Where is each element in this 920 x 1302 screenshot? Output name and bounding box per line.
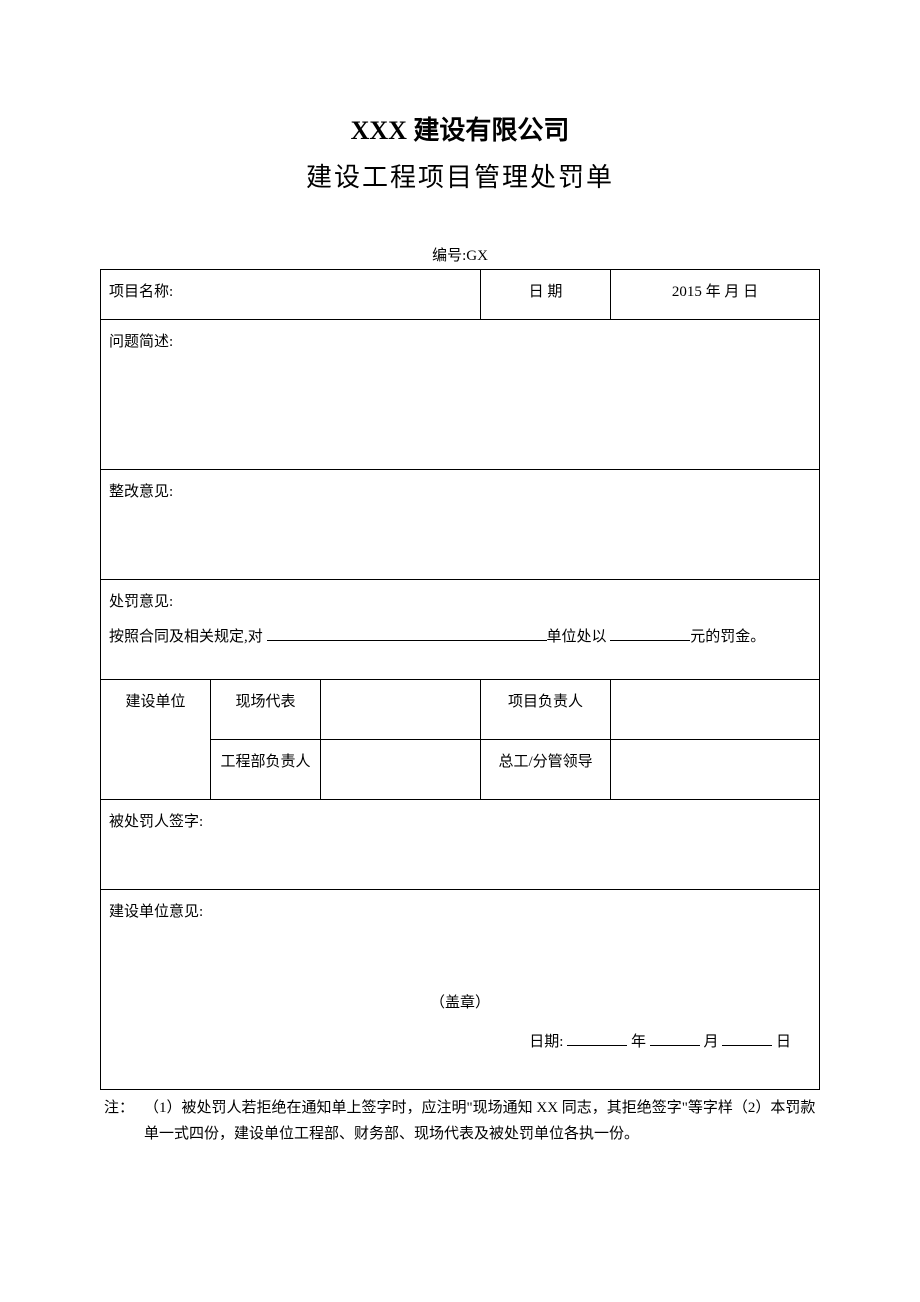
penalty-text-part1: 按照合同及相关规定,对 [109, 629, 267, 645]
penalized-sign-label: 被处罚人签字: [109, 814, 203, 830]
penalized-sign-cell: 被处罚人签字: [101, 800, 820, 890]
site-rep-label-cell: 现场代表 [211, 680, 321, 740]
dev-opinion-cell: 建设单位意见: （盖章） 日期: 年 月 日 [101, 890, 820, 1090]
project-name-label: 项目名称: [109, 284, 173, 300]
site-rep-sign-cell [321, 680, 481, 740]
eng-lead-label-cell: 工程部负责人 [211, 740, 321, 800]
dev-unit-label-cell: 建设单位 [101, 680, 211, 800]
rectify-opinion-label: 整改意见: [109, 484, 173, 500]
month-suffix: 月 [703, 1034, 718, 1050]
year-blank [567, 1045, 627, 1046]
penalty-opinion-cell: 处罚意见: 按照合同及相关规定,对 单位处以 元的罚金。 [101, 580, 820, 680]
date-value-cell: 2015 年 月 日 [611, 270, 820, 320]
chief-lead-sign-cell [611, 740, 820, 800]
serial-number-row: 编号:GX [100, 244, 820, 265]
eng-lead-sign-cell [321, 740, 481, 800]
day-blank [722, 1045, 772, 1046]
date-prefix: 日期: [529, 1034, 563, 1050]
company-name: XXX 建设有限公司 [100, 110, 820, 147]
penalty-text-part3: 元的罚金。 [690, 629, 765, 645]
document-title-block: XXX 建设有限公司 建设工程项目管理处罚单 [100, 110, 820, 194]
footnote-prefix: 注： [104, 1096, 134, 1147]
month-blank [650, 1045, 700, 1046]
penalty-amount-blank [610, 640, 690, 641]
project-name-cell: 项目名称: [101, 270, 481, 320]
stamp-text: （盖章） [109, 991, 811, 1012]
year-suffix: 年 [631, 1034, 646, 1050]
signature-date-line: 日期: 年 月 日 [109, 1030, 811, 1051]
penalty-form-table: 项目名称: 日 期 2015 年 月 日 问题简述: 整改意见: 处罚意见: 按… [100, 269, 820, 1090]
proj-lead-label-cell: 项目负责人 [481, 680, 611, 740]
footnote-body: （1）被处罚人若拒绝在通知单上签字时，应注明"现场通知 XX 同志，其拒绝签字"… [144, 1096, 816, 1147]
document-title: 建设工程项目管理处罚单 [100, 157, 820, 194]
rectify-opinion-cell: 整改意见: [101, 470, 820, 580]
day-suffix: 日 [776, 1034, 791, 1050]
footnote-block: 注： （1）被处罚人若拒绝在通知单上签字时，应注明"现场通知 XX 同志，其拒绝… [100, 1096, 820, 1147]
penalty-unit-blank [267, 640, 547, 641]
penalty-opinion-label: 处罚意见: [109, 590, 811, 611]
problem-description-label: 问题简述: [109, 334, 173, 350]
proj-lead-sign-cell [611, 680, 820, 740]
date-label-cell: 日 期 [481, 270, 611, 320]
penalty-text-part2: 单位处以 [547, 629, 611, 645]
problem-description-cell: 问题简述: [101, 320, 820, 470]
chief-lead-label-cell: 总工/分管领导 [481, 740, 611, 800]
penalty-sentence: 按照合同及相关规定,对 单位处以 元的罚金。 [109, 625, 811, 646]
dev-opinion-label: 建设单位意见: [109, 900, 811, 921]
